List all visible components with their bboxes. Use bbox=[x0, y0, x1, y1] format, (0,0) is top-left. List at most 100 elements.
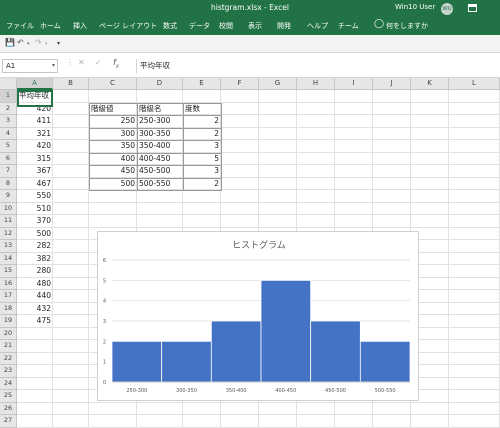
cell-a4[interactable]: 321 bbox=[17, 128, 53, 141]
row-header-16[interactable]: 16 bbox=[0, 277, 17, 290]
row-header-20[interactable]: 20 bbox=[0, 327, 17, 340]
cell-a8[interactable]: 467 bbox=[17, 178, 53, 191]
row-header-2[interactable]: 2 bbox=[0, 102, 17, 115]
save-icon[interactable]: 💾 bbox=[5, 38, 15, 47]
histogram-bar bbox=[310, 320, 361, 383]
column-header-b[interactable]: B bbox=[53, 78, 89, 90]
enter-icon[interactable]: ✓ bbox=[95, 58, 102, 67]
row-header-18[interactable]: 18 bbox=[0, 302, 17, 315]
row-header-25[interactable]: 25 bbox=[0, 390, 17, 403]
cell-a14[interactable]: 382 bbox=[17, 253, 53, 266]
tab-data[interactable]: データ bbox=[189, 21, 210, 31]
cell-a9[interactable]: 550 bbox=[17, 190, 53, 203]
cell-a10[interactable]: 510 bbox=[17, 203, 53, 216]
column-header-l[interactable]: L bbox=[449, 78, 500, 90]
cell-a11[interactable]: 370 bbox=[17, 215, 53, 228]
name-box-value: A1 bbox=[6, 62, 16, 70]
row-header-22[interactable]: 22 bbox=[0, 352, 17, 365]
table-cell-border bbox=[183, 127, 222, 141]
select-all-corner[interactable] bbox=[0, 78, 17, 90]
row-header-12[interactable]: 12 bbox=[0, 227, 17, 240]
row-header-17[interactable]: 17 bbox=[0, 290, 17, 303]
redo-dropdown-icon[interactable]: ▾ bbox=[45, 41, 48, 47]
tab-team[interactable]: チーム bbox=[338, 21, 359, 31]
tab-view[interactable]: 表示 bbox=[248, 21, 262, 31]
avatar[interactable]: WU bbox=[441, 3, 453, 15]
histogram-bar bbox=[359, 340, 411, 383]
row-header-24[interactable]: 24 bbox=[0, 377, 17, 390]
x-tick-label: 400-450 bbox=[275, 388, 296, 394]
cancel-icon[interactable]: ✕ bbox=[78, 58, 85, 67]
cell-a12[interactable]: 500 bbox=[17, 228, 53, 241]
name-box-dropdown-icon[interactable]: ▾ bbox=[52, 60, 55, 72]
formula-input[interactable]: 平均年収 bbox=[136, 59, 498, 73]
row-header-4[interactable]: 4 bbox=[0, 127, 17, 140]
redo-icon[interactable]: ↷ bbox=[35, 38, 42, 47]
table-cell-border bbox=[89, 127, 138, 141]
undo-dropdown-icon[interactable]: ▾ bbox=[27, 41, 30, 47]
row-header-8[interactable]: 8 bbox=[0, 177, 17, 190]
tab-insert[interactable]: 挿入 bbox=[73, 21, 87, 31]
cell-a15[interactable]: 280 bbox=[17, 265, 53, 278]
column-header-e[interactable]: E bbox=[183, 78, 221, 90]
column-header-j[interactable]: J bbox=[373, 78, 411, 90]
column-header-f[interactable]: F bbox=[221, 78, 259, 90]
gridline-horizontal bbox=[17, 414, 500, 415]
column-header-d[interactable]: D bbox=[137, 78, 183, 90]
cell-a6[interactable]: 315 bbox=[17, 153, 53, 166]
row-header-27[interactable]: 27 bbox=[0, 415, 17, 428]
column-header-c[interactable]: C bbox=[89, 78, 137, 90]
tab-home[interactable]: ホーム bbox=[40, 21, 61, 31]
tab-developer[interactable]: 開発 bbox=[277, 21, 291, 31]
row-header-14[interactable]: 14 bbox=[0, 252, 17, 265]
row-header-6[interactable]: 6 bbox=[0, 152, 17, 165]
user-name[interactable]: Win10 User bbox=[395, 3, 435, 11]
tab-help[interactable]: ヘルプ bbox=[307, 21, 328, 31]
cell-a5[interactable]: 420 bbox=[17, 140, 53, 153]
row-header-3[interactable]: 3 bbox=[0, 115, 17, 128]
row-header-26[interactable]: 26 bbox=[0, 402, 17, 415]
row-header-10[interactable]: 10 bbox=[0, 202, 17, 215]
tab-review[interactable]: 校閲 bbox=[219, 21, 233, 31]
insert-function-icon[interactable]: fx bbox=[113, 58, 119, 70]
column-header-k[interactable]: K bbox=[411, 78, 449, 90]
column-header-a[interactable]: A bbox=[17, 78, 53, 90]
ribbon-display-options-icon[interactable] bbox=[468, 4, 477, 12]
tell-me-search[interactable]: 何をしますか bbox=[386, 21, 428, 31]
row-header-15[interactable]: 15 bbox=[0, 265, 17, 278]
row-header-9[interactable]: 9 bbox=[0, 190, 17, 203]
tab-page-layout[interactable]: ページ レイアウト bbox=[99, 21, 157, 31]
histogram-chart[interactable]: ヒストグラム 0 1 2 3 4 5 6 250-300 300-350 350-400 400-45… bbox=[97, 231, 419, 401]
row-header-11[interactable]: 11 bbox=[0, 215, 17, 228]
cell-a17[interactable]: 440 bbox=[17, 290, 53, 303]
table-cell-border bbox=[89, 177, 138, 191]
row-header-1[interactable]: 1 bbox=[0, 90, 17, 103]
row-header-7[interactable]: 7 bbox=[0, 165, 17, 178]
title-bar: histgram.xlsx - Excel Win10 User WU bbox=[0, 0, 500, 17]
row-header-5[interactable]: 5 bbox=[0, 140, 17, 153]
y-tick-label: 3 bbox=[103, 319, 106, 325]
table-cell-border bbox=[183, 115, 222, 129]
cell-a19[interactable]: 475 bbox=[17, 315, 53, 328]
table-cell-border bbox=[183, 140, 222, 154]
x-tick-label: 350-400 bbox=[226, 388, 247, 394]
column-header-g[interactable]: G bbox=[259, 78, 297, 90]
cell-a18[interactable]: 432 bbox=[17, 303, 53, 316]
name-box[interactable]: A1 ▾ bbox=[2, 59, 58, 73]
row-header-19[interactable]: 19 bbox=[0, 315, 17, 328]
column-header-i[interactable]: I bbox=[335, 78, 373, 90]
cell-a3[interactable]: 411 bbox=[17, 115, 53, 128]
table-cell-border bbox=[89, 115, 138, 129]
row-header-13[interactable]: 13 bbox=[0, 240, 17, 253]
undo-icon[interactable]: ↶ bbox=[17, 38, 24, 47]
row-header-23[interactable]: 23 bbox=[0, 365, 17, 378]
tab-file[interactable]: ファイル bbox=[6, 21, 34, 31]
cell-a13[interactable]: 282 bbox=[17, 240, 53, 253]
row-header-21[interactable]: 21 bbox=[0, 340, 17, 353]
column-header-h[interactable]: H bbox=[297, 78, 335, 90]
customize-qat-icon[interactable]: ▾ bbox=[57, 40, 60, 47]
cell-a7[interactable]: 367 bbox=[17, 165, 53, 178]
tab-formulas[interactable]: 数式 bbox=[163, 21, 177, 31]
lightbulb-icon[interactable]: ◯ bbox=[374, 19, 384, 29]
cell-a16[interactable]: 480 bbox=[17, 278, 53, 291]
